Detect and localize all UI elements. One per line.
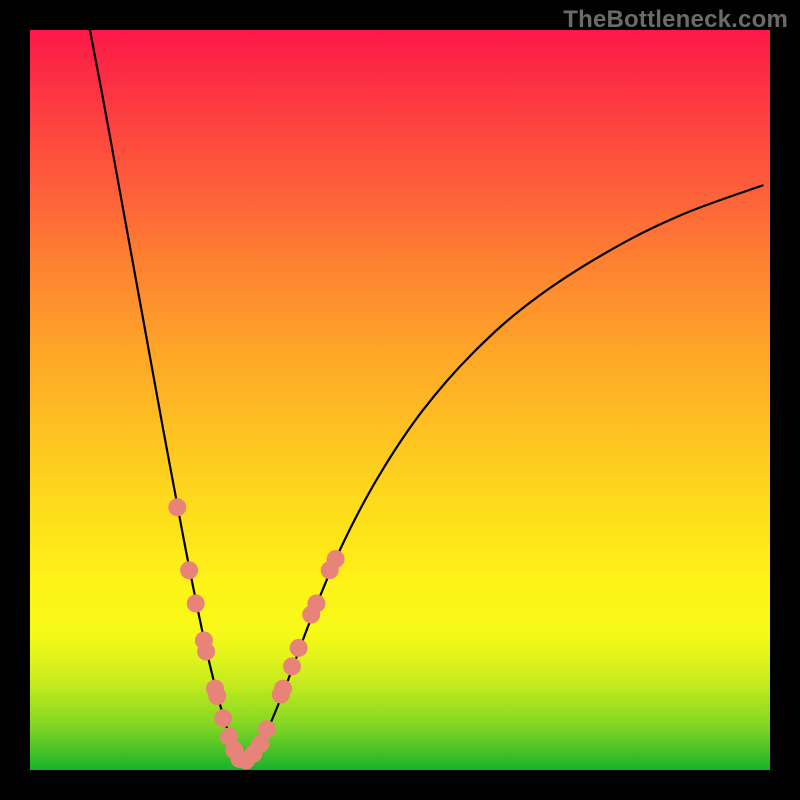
marker-dot xyxy=(214,709,232,727)
marker-dot xyxy=(197,643,215,661)
marker-dot xyxy=(290,639,308,657)
marker-dot xyxy=(168,498,186,516)
marker-dot xyxy=(187,595,205,613)
marker-dot xyxy=(283,657,301,675)
chart-svg xyxy=(30,30,770,770)
marker-dot xyxy=(307,595,325,613)
curve-path xyxy=(240,185,762,761)
curve-path xyxy=(90,30,240,761)
marker-dot xyxy=(327,550,345,568)
marker-dot xyxy=(208,687,226,705)
marker-dot xyxy=(274,680,292,698)
markers-group xyxy=(168,498,344,769)
curve-group xyxy=(90,30,763,761)
marker-dot xyxy=(180,561,198,579)
chart-frame: TheBottleneck.com xyxy=(0,0,800,800)
plot-area xyxy=(30,30,770,770)
marker-dot xyxy=(258,720,276,738)
